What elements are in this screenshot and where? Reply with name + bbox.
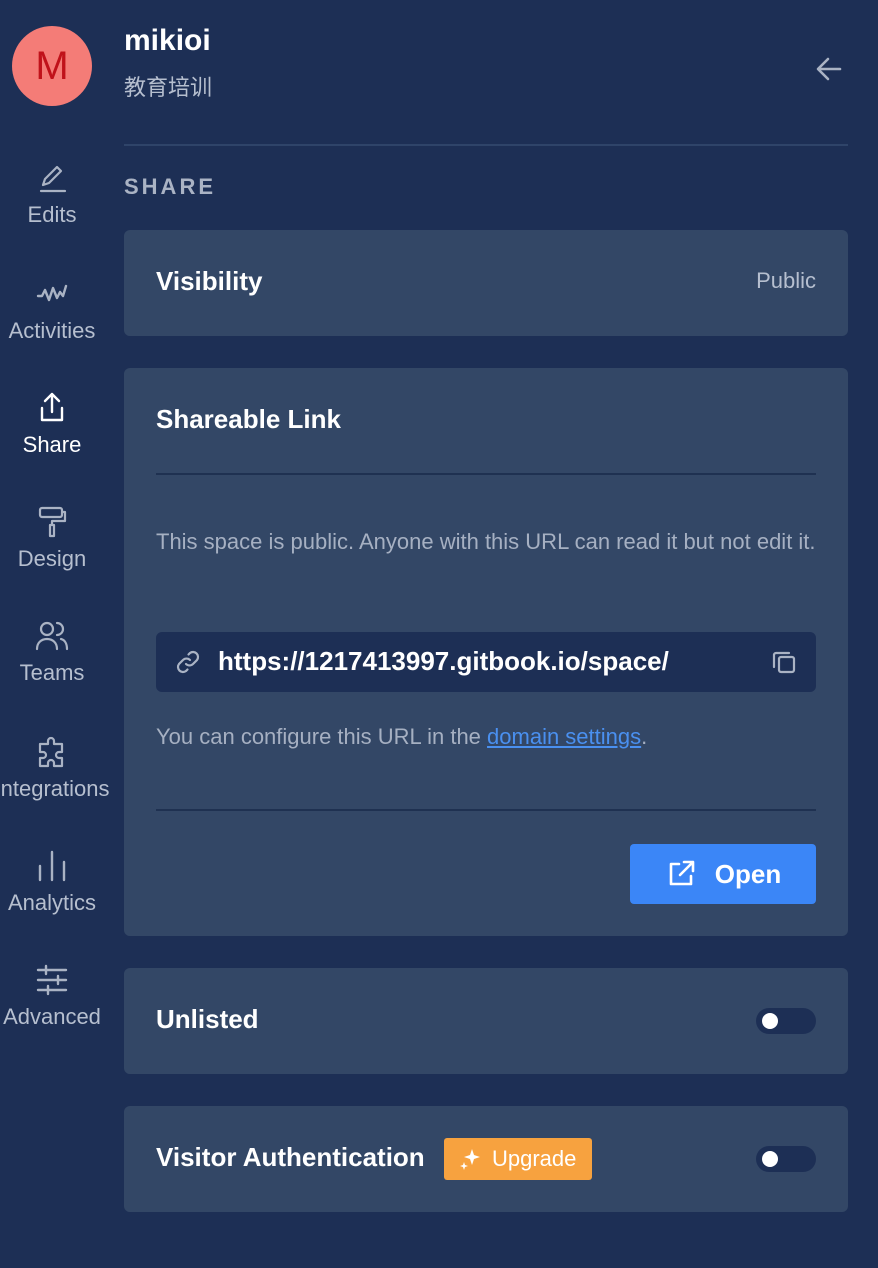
url-box: https://1217413997.gitbook.io/space/ bbox=[156, 632, 816, 692]
nav-item-advanced[interactable]: Advanced bbox=[0, 962, 104, 1062]
visibility-title: Visibility bbox=[156, 266, 263, 296]
upgrade-badge[interactable]: Upgrade bbox=[444, 1138, 593, 1180]
sliders-icon bbox=[36, 964, 68, 996]
nav-item-design[interactable]: Design bbox=[0, 504, 104, 604]
space-subtitle: 教育培训 bbox=[124, 75, 213, 100]
shareable-description: This space is public. Anyone with this U… bbox=[156, 529, 816, 554]
card-divider bbox=[156, 809, 816, 811]
visitor-auth-toggle[interactable] bbox=[756, 1146, 816, 1172]
visibility-value: Public bbox=[756, 268, 816, 293]
nav-label: Edits bbox=[27, 202, 77, 227]
pencil-icon bbox=[39, 165, 67, 193]
share-url[interactable]: https://1217413997.gitbook.io/space/ bbox=[218, 646, 669, 677]
nav-label: Teams bbox=[19, 660, 85, 685]
nav-item-activities[interactable]: Activities bbox=[0, 276, 104, 376]
unlisted-card: Unlisted bbox=[124, 968, 848, 1074]
url-hint: You can configure this URL in the domain… bbox=[156, 724, 647, 750]
nav-item-edits[interactable]: Edits bbox=[0, 160, 104, 260]
section-title: SHARE bbox=[124, 174, 217, 199]
nav-item-teams[interactable]: Teams bbox=[0, 618, 104, 718]
external-link-icon bbox=[669, 860, 695, 886]
nav-label: Design bbox=[17, 546, 87, 571]
users-icon bbox=[35, 621, 69, 651]
paint-roller-icon bbox=[38, 506, 67, 538]
shareable-link-card: Shareable Link This space is public. Any… bbox=[124, 368, 848, 936]
back-arrow-icon[interactable] bbox=[812, 52, 846, 86]
nav-item-share[interactable]: Share bbox=[0, 390, 104, 490]
avatar-letter: M bbox=[35, 43, 69, 88]
unlisted-toggle[interactable] bbox=[756, 1008, 816, 1034]
sparkles-icon bbox=[460, 1149, 480, 1170]
toggle-knob bbox=[762, 1151, 778, 1167]
nav-label: Share bbox=[22, 432, 82, 457]
shareable-link-title: Shareable Link bbox=[156, 404, 341, 434]
link-icon bbox=[176, 650, 200, 674]
nav-label: Integrations bbox=[0, 776, 110, 801]
puzzle-icon bbox=[38, 736, 64, 768]
visitor-auth-title: Visitor Authentication bbox=[156, 1142, 425, 1172]
space-name: mikioi bbox=[124, 24, 211, 57]
toggle-knob bbox=[762, 1013, 778, 1029]
open-button[interactable]: Open bbox=[630, 844, 816, 904]
unlisted-title: Unlisted bbox=[156, 1004, 259, 1034]
visitor-auth-card: Visitor Authentication Upgrade bbox=[124, 1106, 848, 1212]
nav-label: Analytics bbox=[7, 890, 97, 915]
nav-item-analytics[interactable]: Analytics bbox=[0, 848, 104, 948]
nav-label: Advanced bbox=[3, 1004, 101, 1029]
domain-settings-link[interactable]: domain settings bbox=[487, 724, 641, 749]
visibility-card[interactable]: Visibility Public bbox=[124, 230, 848, 336]
bar-chart-icon bbox=[38, 850, 66, 882]
card-divider bbox=[156, 473, 816, 475]
nav-item-integrations[interactable]: Integrations bbox=[0, 734, 109, 834]
url-hint-prefix: You can configure this URL in the bbox=[156, 724, 488, 749]
open-button-label: Open bbox=[714, 858, 782, 889]
activity-icon bbox=[36, 284, 68, 302]
nav-label: Activities bbox=[8, 318, 96, 343]
share-icon bbox=[40, 392, 64, 422]
header-divider bbox=[124, 144, 848, 146]
copy-icon[interactable] bbox=[770, 648, 798, 676]
avatar: M bbox=[12, 26, 92, 106]
upgrade-label: Upgrade bbox=[492, 1146, 577, 1171]
url-hint-suffix: . bbox=[641, 724, 648, 749]
